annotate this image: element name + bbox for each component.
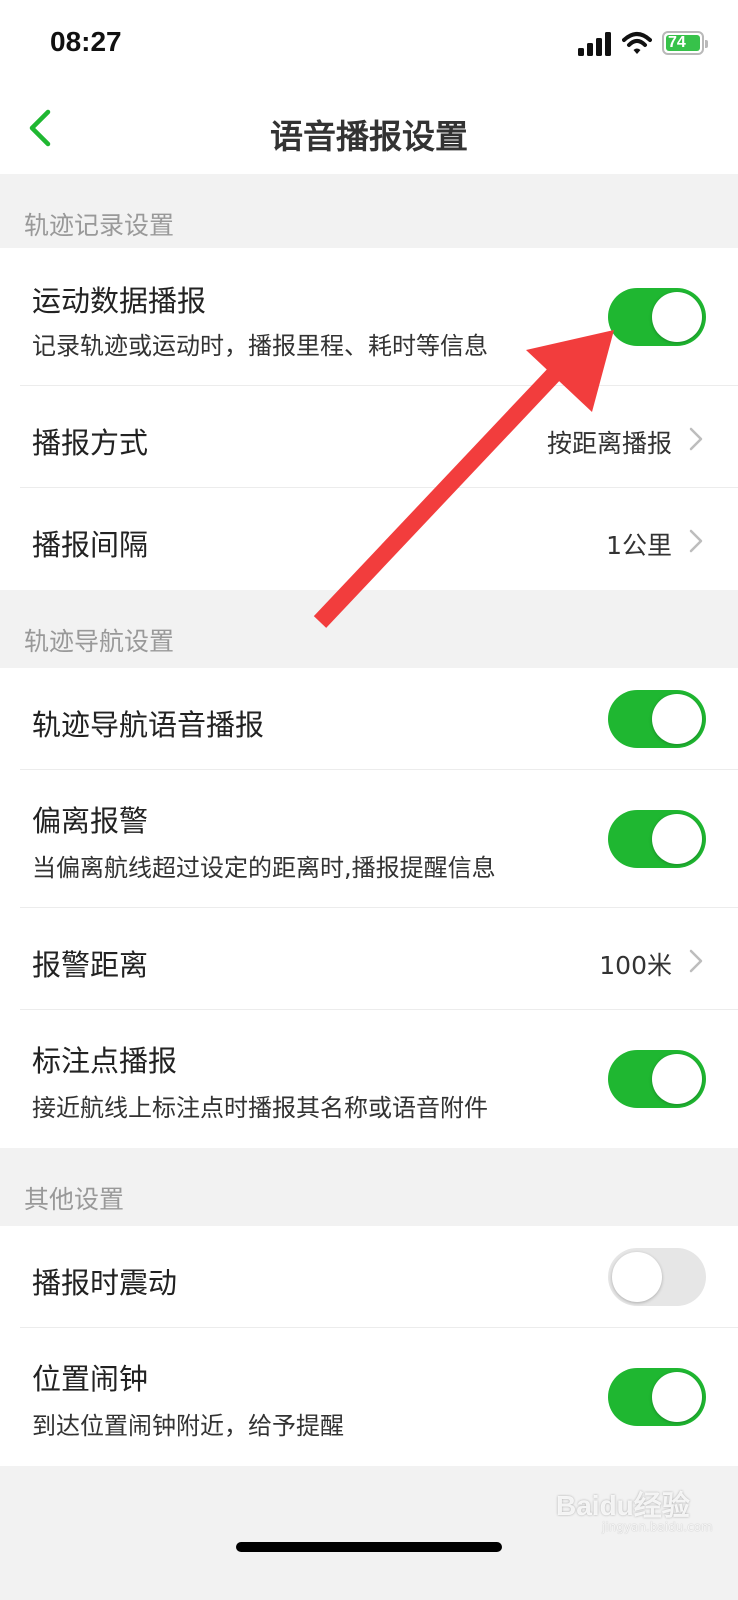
toggle-vibrate-on-broadcast[interactable] [608,1248,706,1306]
row-title: 播报方式 [32,426,149,460]
row-track-nav-voice: 轨迹导航语音播报 [0,668,738,770]
row-subtitle: 到达位置闹钟附近，给予提醒 [32,1412,344,1440]
row-broadcast-interval[interactable]: 播报间隔 1公里 [0,488,738,590]
battery-level: 74 [666,35,700,51]
cellular-signal-icon [578,32,611,56]
toggle-knob [652,292,702,342]
toggle-sport-data-broadcast[interactable] [608,288,706,346]
row-value: 100米 [599,951,672,980]
toggle-knob [652,814,702,864]
row-title: 轨迹导航语音播报 [32,708,265,742]
row-title: 标注点播报 [32,1044,178,1078]
chevron-right-icon [689,427,703,451]
status-time: 08:27 [50,26,122,57]
row-title: 播报时震动 [32,1266,178,1300]
settings-group-other: 播报时震动 位置闹钟 到达位置闹钟附近，给予提醒 [0,1226,738,1466]
toggle-deviation-alarm[interactable] [608,810,706,868]
row-subtitle: 接近航线上标注点时播报其名称或语音附件 [32,1094,488,1122]
status-bar: 08:27 74 [0,0,738,90]
toggle-location-alarm[interactable] [608,1368,706,1426]
row-value: 1公里 [606,531,672,560]
row-title: 报警距离 [32,948,149,982]
row-subtitle: 当偏离航线超过设定的距离时,播报提醒信息 [32,854,496,882]
page-title: 语音播报设置 [270,117,468,156]
row-title: 播报间隔 [32,528,149,562]
toggle-knob [652,1372,702,1422]
nav-bar: 语音播报设置 [0,90,738,174]
row-sport-data-broadcast: 运动数据播报 记录轨迹或运动时，播报里程、耗时等信息 [0,248,738,386]
row-title: 运动数据播报 [32,284,207,318]
settings-group-track-navigation: 轨迹导航语音播报 偏离报警 当偏离航线超过设定的距离时,播报提醒信息 报警距离 … [0,668,738,1148]
settings-group-track-record: 运动数据播报 记录轨迹或运动时，播报里程、耗时等信息 播报方式 按距离播报 播报… [0,248,738,590]
toggle-knob [652,1054,702,1104]
watermark-logo: Baidu经验 [556,1490,690,1521]
row-alarm-distance[interactable]: 报警距离 100米 [0,908,738,1010]
watermark-url: jingyan.baidu.com [602,1520,713,1534]
section-header-track-record: 轨迹记录设置 [0,174,738,252]
toggle-track-nav-voice[interactable] [608,690,706,748]
row-title: 偏离报警 [32,804,149,838]
battery-nub [705,40,708,48]
row-marker-broadcast: 标注点播报 接近航线上标注点时播报其名称或语音附件 [0,1010,738,1148]
battery-icon: 74 [662,31,708,55]
row-broadcast-mode[interactable]: 播报方式 按距离播报 [0,386,738,488]
wifi-icon [622,32,652,54]
row-vibrate-on-broadcast: 播报时震动 [0,1226,738,1328]
section-header-label: 其他设置 [24,1185,125,1214]
toggle-knob [652,694,702,744]
chevron-right-icon [689,529,703,553]
row-deviation-alarm: 偏离报警 当偏离航线超过设定的距离时,播报提醒信息 [0,770,738,908]
home-indicator[interactable] [236,1542,502,1552]
section-header-track-navigation: 轨迹导航设置 [0,590,738,668]
section-header-other: 其他设置 [0,1148,738,1226]
toggle-marker-broadcast[interactable] [608,1050,706,1108]
row-location-alarm: 位置闹钟 到达位置闹钟附近，给予提醒 [0,1328,738,1466]
toggle-knob [612,1252,662,1302]
chevron-right-icon [689,949,703,973]
row-title: 位置闹钟 [32,1362,149,1396]
section-header-label: 轨迹记录设置 [24,211,175,240]
row-subtitle: 记录轨迹或运动时，播报里程、耗时等信息 [32,332,488,360]
row-value: 按距离播报 [546,429,672,458]
section-header-label: 轨迹导航设置 [24,627,175,656]
